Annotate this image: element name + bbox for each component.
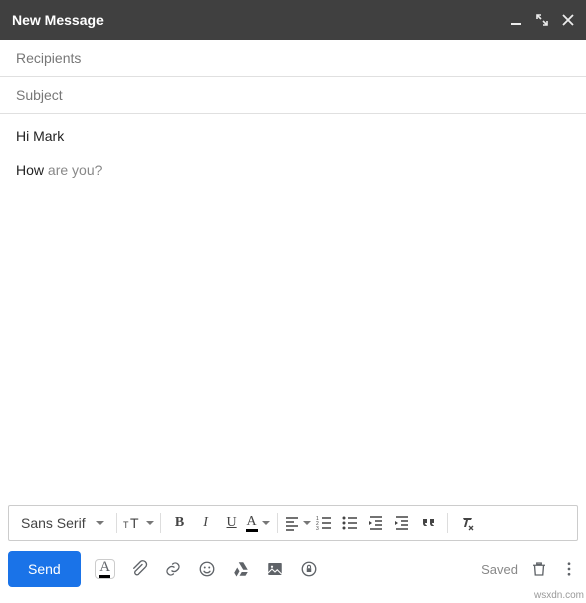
bold-button[interactable]: B bbox=[167, 509, 193, 537]
italic-button[interactable]: I bbox=[193, 509, 219, 537]
confidential-icon[interactable] bbox=[299, 559, 319, 579]
photo-icon[interactable] bbox=[265, 559, 285, 579]
chevron-down-icon bbox=[96, 521, 104, 525]
watermark: wsxdn.com bbox=[534, 590, 584, 601]
attach-icon[interactable] bbox=[129, 559, 149, 579]
formatting-toolbar-wrap: Sans Serif TT B I U A 123 bbox=[8, 505, 578, 541]
minimize-icon[interactable] bbox=[510, 14, 522, 26]
more-icon[interactable] bbox=[560, 560, 578, 578]
bottom-bar: Send A Saved bbox=[8, 549, 578, 589]
indent-less-button[interactable] bbox=[363, 509, 389, 537]
compose-action-icons: A bbox=[95, 559, 319, 579]
subject-field[interactable]: Subject bbox=[0, 77, 586, 114]
separator bbox=[447, 513, 448, 533]
window-controls bbox=[510, 14, 574, 26]
drive-icon[interactable] bbox=[231, 559, 251, 579]
svg-text:T: T bbox=[130, 515, 139, 531]
bulleted-list-button[interactable] bbox=[337, 509, 363, 537]
chevron-down-icon bbox=[146, 521, 154, 525]
numbered-list-button[interactable]: 123 bbox=[311, 509, 337, 537]
font-select[interactable]: Sans Serif bbox=[15, 515, 110, 531]
indent-more-button[interactable] bbox=[389, 509, 415, 537]
recipients-field[interactable]: Recipients bbox=[0, 40, 586, 77]
saved-label: Saved bbox=[481, 562, 518, 577]
font-size-button[interactable]: TT bbox=[123, 509, 154, 537]
close-icon[interactable] bbox=[562, 14, 574, 26]
link-icon[interactable] bbox=[163, 559, 183, 579]
underline-button[interactable]: U bbox=[219, 509, 245, 537]
chevron-down-icon bbox=[262, 521, 270, 525]
body-line-1: Hi Mark bbox=[16, 126, 570, 146]
text-color-button[interactable]: A bbox=[245, 509, 271, 537]
body-line-2-typed: How bbox=[16, 162, 48, 178]
quote-button[interactable] bbox=[415, 509, 441, 537]
separator bbox=[116, 513, 117, 533]
recipients-placeholder: Recipients bbox=[16, 50, 81, 66]
bottom-right: Saved bbox=[481, 560, 578, 578]
separator bbox=[160, 513, 161, 533]
font-name: Sans Serif bbox=[21, 515, 86, 531]
body-line-2: How are you? bbox=[16, 160, 570, 180]
formatting-toggle-button[interactable]: A bbox=[95, 559, 115, 579]
align-button[interactable] bbox=[284, 509, 311, 537]
formatting-A: A bbox=[99, 560, 110, 578]
formatting-toolbar: Sans Serif TT B I U A 123 bbox=[8, 505, 578, 541]
window-title: New Message bbox=[12, 12, 510, 28]
message-body[interactable]: Hi Mark How are you? bbox=[0, 114, 586, 434]
text-color-A: A bbox=[247, 515, 257, 529]
chevron-down-icon bbox=[303, 521, 311, 525]
trash-icon[interactable] bbox=[530, 560, 548, 578]
fullscreen-icon[interactable] bbox=[536, 14, 548, 26]
subject-placeholder: Subject bbox=[16, 87, 63, 103]
emoji-icon[interactable] bbox=[197, 559, 217, 579]
send-button[interactable]: Send bbox=[8, 551, 81, 587]
compose-header: New Message bbox=[0, 0, 586, 40]
body-line-2-suggestion: are you? bbox=[48, 162, 102, 178]
svg-text:3: 3 bbox=[316, 526, 319, 531]
separator bbox=[277, 513, 278, 533]
remove-formatting-button[interactable] bbox=[454, 509, 480, 537]
svg-text:T: T bbox=[123, 520, 129, 530]
